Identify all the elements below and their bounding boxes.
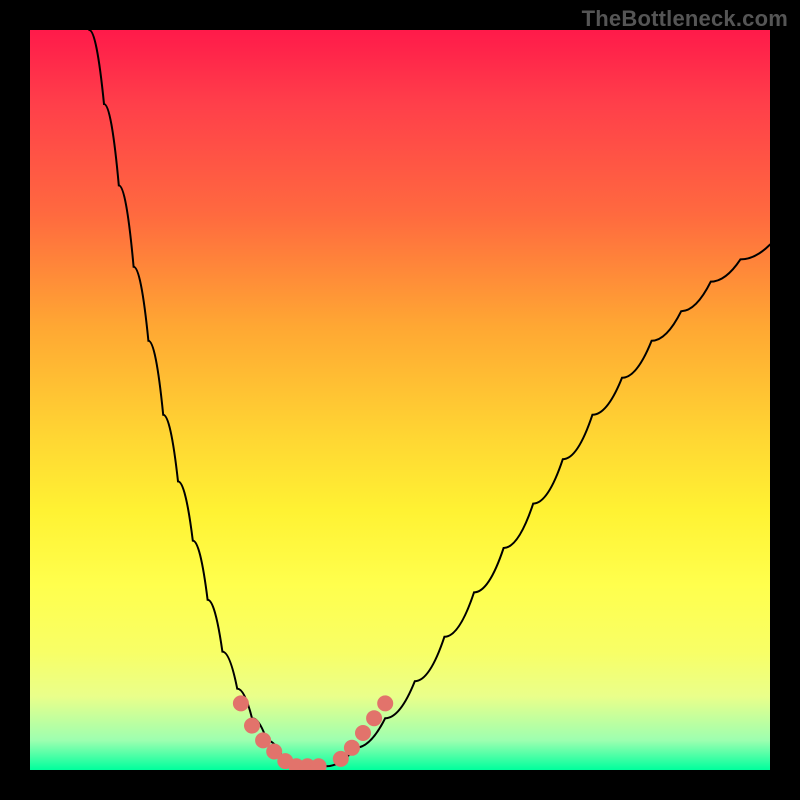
data-marker (233, 695, 249, 711)
data-marker (344, 740, 360, 756)
watermark-text: TheBottleneck.com (582, 6, 788, 32)
plot-area (30, 30, 770, 770)
data-marker (355, 725, 371, 741)
data-marker (311, 758, 327, 770)
data-marker (244, 718, 260, 734)
data-marker (377, 695, 393, 711)
data-marker (366, 710, 382, 726)
chart-frame: TheBottleneck.com (0, 0, 800, 800)
marker-group (233, 695, 393, 770)
right-curve (326, 245, 770, 767)
chart-svg (30, 30, 770, 770)
left-curve (89, 30, 296, 766)
